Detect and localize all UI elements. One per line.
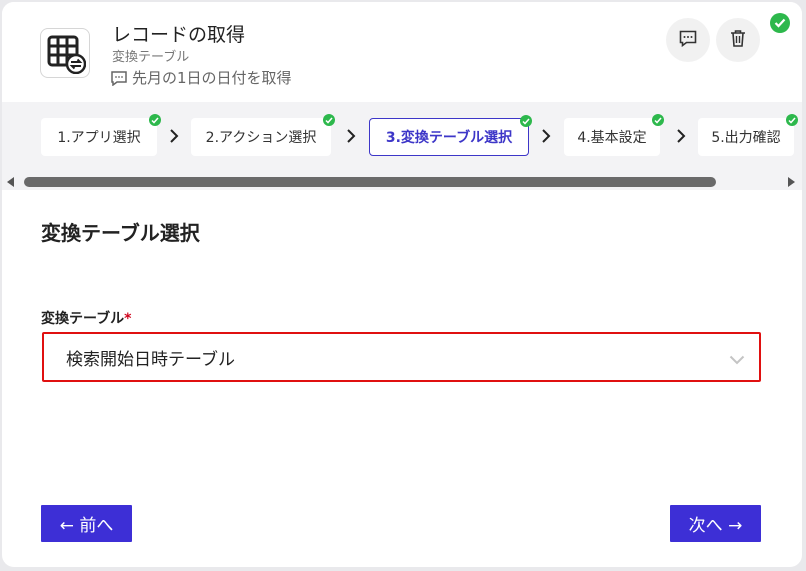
step-label: 2.アクション選択 <box>205 130 317 146</box>
step-subtitle: 変換テーブル <box>112 50 190 65</box>
conversion-table-select[interactable]: 検索開始日時テーブル <box>42 332 761 382</box>
step-header: レコードの取得 変換テーブル 先月の1日の日付を取得 <box>2 2 802 102</box>
workflow-step-card: レコードの取得 変換テーブル 先月の1日の日付を取得 1.アプリ選択 2.アクシ… <box>2 2 802 567</box>
section-title: 変換テーブル選択 <box>41 221 200 245</box>
scroll-left-icon[interactable] <box>7 177 14 187</box>
step-label: 4.基本設定 <box>577 130 647 146</box>
chevron-down-icon <box>729 350 745 370</box>
step-done-icon <box>323 114 335 126</box>
field-label-text: 変換テーブル <box>41 311 125 327</box>
step-memo[interactable]: 先月の1日の日付を取得 <box>110 67 292 88</box>
step-done-icon <box>149 114 161 126</box>
comment-button[interactable] <box>666 18 710 62</box>
step-navigation: 1.アプリ選択 2.アクション選択 3.変換テーブル選択 4.基本設定 5.出力… <box>2 102 802 174</box>
step-tab-action-select[interactable]: 2.アクション選択 <box>191 114 335 156</box>
memo-icon <box>110 70 128 86</box>
step-tab-output-check[interactable]: 5.出力確認 <box>698 114 798 156</box>
scroll-right-icon[interactable] <box>788 177 795 187</box>
step-label: 1.アプリ選択 <box>57 130 141 146</box>
scrollbar-thumb[interactable] <box>24 177 716 187</box>
comment-icon <box>679 30 697 51</box>
table-sync-icon <box>40 28 90 78</box>
delete-button[interactable] <box>716 18 760 62</box>
field-label: 変換テーブル* <box>41 308 132 328</box>
step-tab-app-select[interactable]: 1.アプリ選択 <box>41 114 161 156</box>
step-done-icon <box>652 114 664 126</box>
step-done-icon <box>520 115 532 127</box>
step-tab-basic-settings[interactable]: 4.基本設定 <box>564 114 664 156</box>
step-label: 5.出力確認 <box>711 130 781 146</box>
required-mark: * <box>124 311 132 327</box>
trash-icon <box>730 29 746 51</box>
memo-text: 先月の1日の日付を取得 <box>132 69 292 87</box>
select-value: 検索開始日時テーブル <box>66 349 235 370</box>
horizontal-scrollbar[interactable] <box>2 174 802 190</box>
prev-button[interactable]: ← 前へ <box>41 505 132 542</box>
step-label: 3.変換テーブル選択 <box>385 130 513 146</box>
step-tab-conversion-table[interactable]: 3.変換テーブル選択 <box>369 115 532 156</box>
step-done-icon <box>786 114 798 126</box>
chevron-right-icon <box>677 129 686 143</box>
next-button[interactable]: 次へ → <box>670 505 761 542</box>
chevron-right-icon <box>170 129 179 143</box>
step-title: レコードの取得 <box>112 24 246 46</box>
check-circle-icon <box>770 13 790 33</box>
chevron-right-icon <box>542 129 551 143</box>
chevron-right-icon <box>347 129 356 143</box>
